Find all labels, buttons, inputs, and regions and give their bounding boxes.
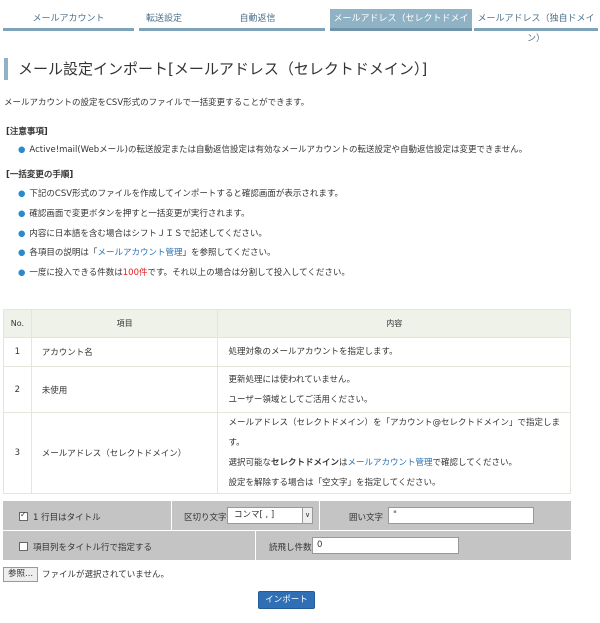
mail-account-management-link[interactable]: メールアカウント管理 [348, 458, 433, 468]
content-line: 更新処理には使われていません。 [228, 374, 356, 385]
step-item-prefix: 各項目の説明は「 [29, 248, 98, 258]
row-content: メールアドレス（セレクトドメイン）を「アカウント@セレクトドメイン」で指定しま … [217, 412, 571, 494]
header-item: 項目 [30, 309, 219, 338]
row-no: 1 [3, 337, 32, 367]
row-no: 3 [3, 412, 32, 494]
delimiter-value: コンマ[ , ] [234, 510, 275, 520]
first-row-title-label: 1 行目はタイトル [33, 513, 101, 523]
content-line: 設定を解除する場合は「空文字」を指定してください。 [228, 478, 441, 488]
bullet-icon: ● [18, 268, 26, 278]
bullet-icon: ● [18, 229, 26, 239]
column-title-label: 項目列をタイトル行で指定する [33, 543, 153, 553]
table-row: 2 未使用 更新処理には使われていません。 ユーザー領域としてご活用ください。 [3, 366, 571, 413]
divider [171, 501, 172, 530]
browse-button[interactable]: 参照... [3, 567, 39, 582]
content-line: ユーザー領域としてご活用ください。 [228, 394, 373, 405]
step-item-text: 下記のCSV形式のファイルを作成してインポートすると確認画面が表示されます。 [29, 189, 343, 199]
steps-heading: [一括変更の手順] [6, 170, 74, 180]
file-status: ファイルが選択されていません。 [42, 570, 169, 580]
import-button[interactable]: インポート [258, 591, 315, 609]
header-content: 内容 [217, 309, 571, 338]
import-settings-panel: 1 行目はタイトル 区切り文字 コンマ[ , ] ∨ 囲い文字 " 項目列をタイト… [3, 501, 571, 560]
content-text: 選択可能な [228, 458, 271, 468]
content-line: す。 [228, 438, 245, 448]
step-item-suffix: 」を参照してください。 [182, 248, 276, 258]
row-item: メールアドレス（セレクトドメイン） [30, 412, 219, 494]
delimiter-select[interactable]: コンマ[ , ] ∨ [227, 507, 313, 524]
content-text: で確認してください。 [432, 458, 518, 468]
settings-row: 項目列をタイトル行で指定する 読飛し件数 0 [3, 531, 571, 560]
mail-account-management-link[interactable]: メールアカウント管理 [97, 248, 182, 258]
row-no: 2 [3, 366, 32, 413]
divider [319, 501, 320, 530]
chevron-down-icon: ∨ [302, 508, 312, 523]
bullet-icon: ● [18, 248, 26, 258]
row-content: 処理対象のメールアカウントを指定します。 [217, 337, 571, 367]
skip-count-label: 読飛し件数 [269, 543, 312, 553]
quote-label: 囲い文字 [349, 513, 384, 523]
quote-input[interactable]: " [388, 507, 534, 524]
step-item-suffix: です。それ以上の場合は分割して投入してください。 [147, 268, 350, 278]
settings-row: 1 行目はタイトル 区切り文字 コンマ[ , ] ∨ 囲い文字 " [3, 501, 571, 530]
table-row: 3 メールアドレス（セレクトドメイン） メールアドレス（セレクトドメイン）を「ア… [3, 412, 571, 494]
step-item: ● 下記のCSV形式のファイルを作成してインポートすると確認画面が表示されます。 [18, 187, 343, 199]
notice-item-text: Active!mail(Webメール)の転送設定または自動返信設定は有効なメール… [29, 145, 528, 155]
table-header-row: No. 項目 内容 [3, 309, 571, 338]
first-row-title-checkbox[interactable] [19, 510, 28, 521]
content-line: メールアドレス（セレクトドメイン）を「アカウント@セレクトドメイン」で指定しま [228, 418, 560, 428]
intro-text: メールアカウントの設定をCSV形式のファイルで一括変更することができます。 [4, 98, 310, 108]
step-item: ● 各項目の説明は「メールアカウント管理」を参照してください。 [18, 246, 275, 258]
delimiter-label: 区切り文字 [184, 513, 227, 523]
step-item-prefix: 一度に投入できる件数は [29, 268, 123, 278]
table-row: 1 アカウント名 処理対象のメールアカウントを指定します。 [3, 337, 571, 367]
limit-count: 100件 [122, 268, 148, 278]
bullet-icon: ● [18, 209, 26, 219]
items-table: No. 項目 内容 1 アカウント名 処理対象のメールアカウントを指定します。 … [3, 309, 571, 494]
tab-bar: メールアカウント 転送設定 自動返信 メールアドレス（セレクトドメイン） メール… [0, 0, 600, 44]
tab-mail-account[interactable]: メールアカウント [3, 9, 134, 31]
tab-underline [139, 28, 325, 31]
column-title-checkbox[interactable] [19, 542, 28, 551]
content-line: 選択可能なセレクトドメインはメールアカウント管理で確認してください。 [228, 453, 560, 473]
step-item-text: 内容に日本語を含む場合はシフトＪＩＳで記述してください。 [29, 229, 267, 239]
step-item: ● 内容に日本語を含む場合はシフトＪＩＳで記述してください。 [18, 227, 267, 239]
content-text: は [339, 458, 348, 468]
tab-mail-address-select-domain[interactable]: メールアドレス（セレクトドメイン） [330, 9, 472, 44]
step-item: ● 一度に投入できる件数は100件です。それ以上の場合は分割して投入してください。 [18, 266, 350, 278]
content-line: 処理対象のメールアカウントを指定します。 [228, 347, 398, 357]
row-content: 更新処理には使われていません。 ユーザー領域としてご活用ください。 [217, 366, 571, 413]
step-item-text: 確認画面で変更ボタンを押すと一括変更が実行されます。 [29, 209, 250, 219]
header-no: No. [3, 309, 32, 338]
select-domain-bold: セレクトドメイン [271, 458, 340, 468]
notice-heading: [注意事項] [6, 127, 48, 137]
bullet-icon: ● [18, 189, 26, 199]
notice-item: ● Active!mail(Webメール)の転送設定または自動返信設定は有効なメー… [18, 143, 527, 155]
page-title: メール設定インポート[メールアドレス（セレクトドメイン）] [4, 58, 594, 80]
bullet-icon: ● [18, 145, 26, 155]
row-item: アカウント名 [30, 337, 219, 367]
row-item: 未使用 [30, 366, 219, 413]
step-item: ● 確認画面で変更ボタンを押すと一括変更が実行されます。 [18, 207, 250, 219]
divider [255, 531, 256, 560]
skip-count-input[interactable]: 0 [312, 537, 459, 554]
tab-mail-address-own-domain[interactable]: メールアドレス（独自ドメイン） [474, 9, 598, 44]
